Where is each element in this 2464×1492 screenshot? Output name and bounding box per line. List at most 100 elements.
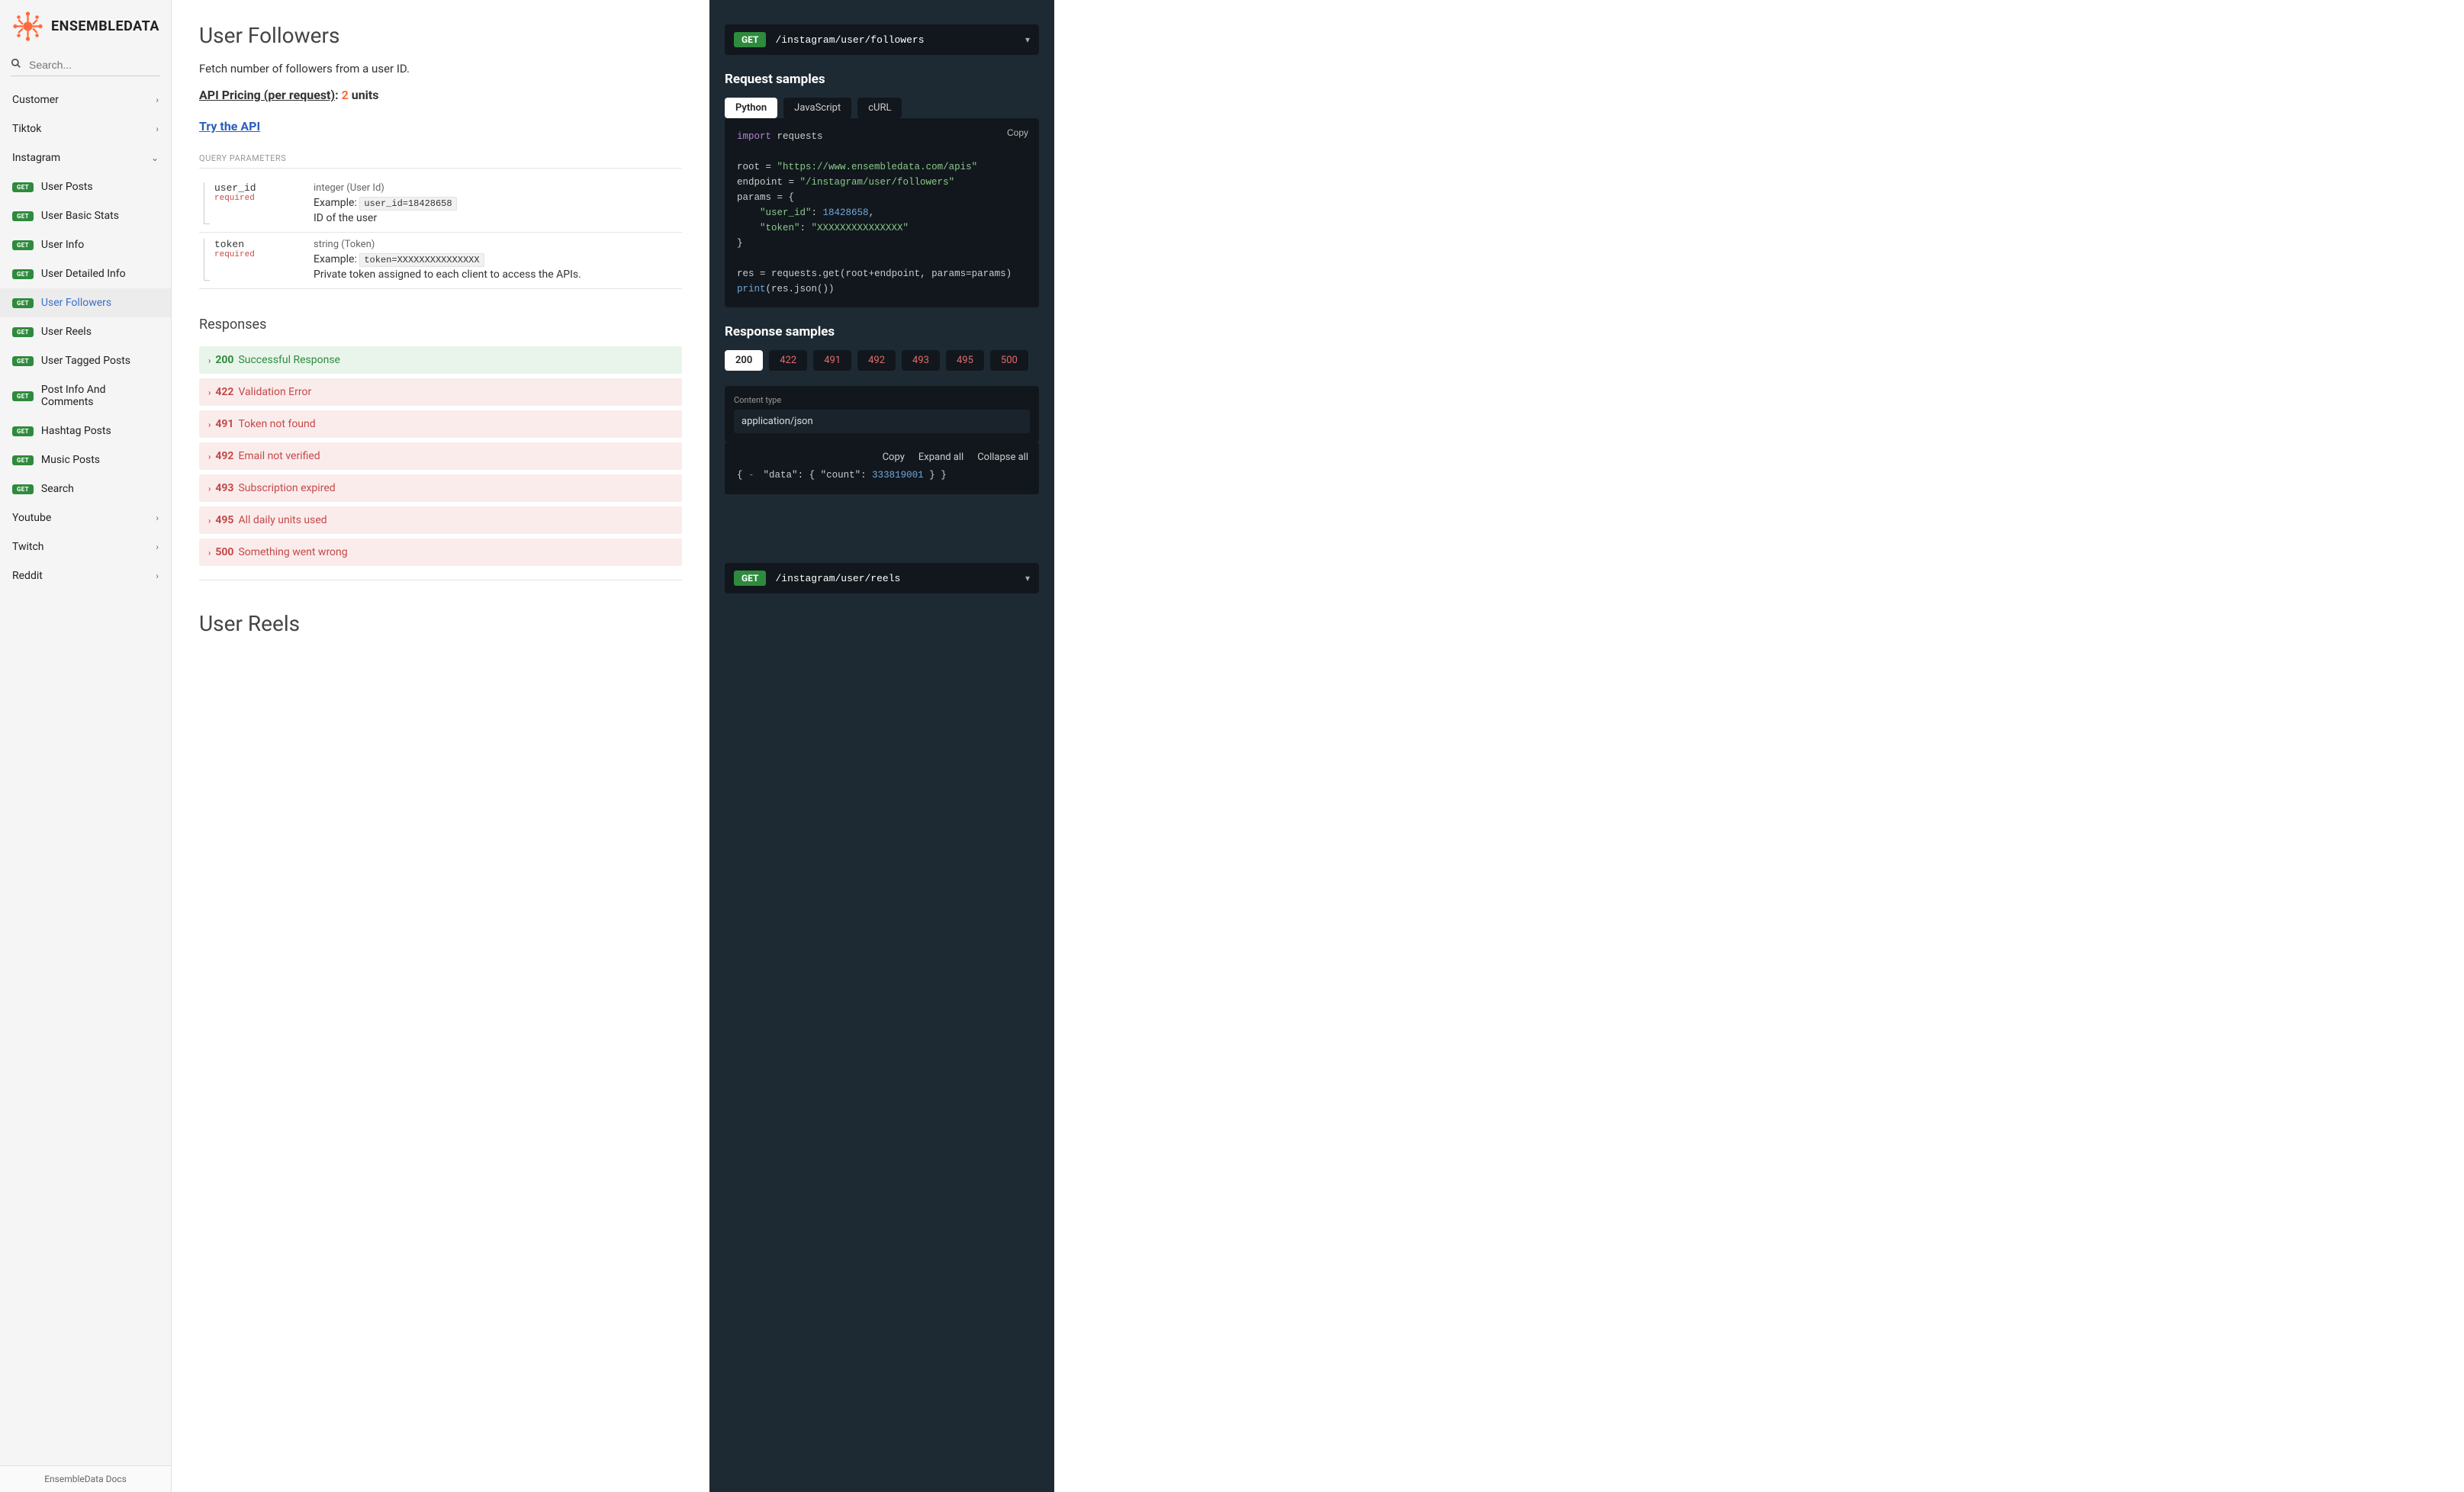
- chevron-right-icon: ›: [156, 124, 159, 134]
- nav-item[interactable]: GETUser Detailed Info: [0, 259, 171, 288]
- param-required: required: [214, 194, 314, 203]
- nav: Customer›Tiktok›Instagram⌄GETUser PostsG…: [0, 81, 171, 1465]
- response-tab-491[interactable]: 491: [813, 350, 851, 371]
- param-name: user_id: [214, 182, 314, 194]
- chevron-right-icon: ›: [208, 516, 211, 526]
- response-row-422[interactable]: ›422 Validation Error: [199, 378, 682, 406]
- nav-item[interactable]: GETPost Info And Comments: [0, 375, 171, 416]
- nav-group-instagram[interactable]: Instagram ⌄: [0, 143, 171, 172]
- json-copy-button[interactable]: Copy: [883, 452, 905, 463]
- chevron-down-icon: ▾: [1025, 573, 1030, 584]
- chevron-down-icon: ⌄: [151, 153, 159, 163]
- response-row-500[interactable]: ›500 Something went wrong: [199, 539, 682, 566]
- pricing-unit: units: [349, 88, 379, 102]
- response-msg: Successful Response: [238, 354, 340, 366]
- response-tab-500[interactable]: 500: [990, 350, 1028, 371]
- method-pill: GET: [12, 455, 34, 465]
- response-tab-422[interactable]: 422: [769, 350, 807, 371]
- nav-item[interactable]: GETUser Posts: [0, 172, 171, 201]
- nav-group-youtube[interactable]: Youtube ›: [0, 503, 171, 532]
- nav-item[interactable]: GETMusic Posts: [0, 445, 171, 474]
- search-icon: [11, 58, 21, 72]
- param-name: token: [214, 239, 314, 250]
- next-section-title: User Reels: [199, 611, 682, 636]
- content-type-value: application/json: [734, 410, 1030, 433]
- response-row-492[interactable]: ›492 Email not verified: [199, 442, 682, 470]
- param-row: user_idrequiredinteger (User Id)Example:…: [199, 176, 682, 233]
- nav-group-twitch[interactable]: Twitch›: [0, 532, 171, 561]
- next-endpoint-bar[interactable]: GET /instagram/user/reels ▾: [725, 563, 1039, 593]
- nav-group-label: Youtube: [12, 512, 51, 524]
- chevron-right-icon: ›: [208, 548, 211, 558]
- method-pill: GET: [12, 182, 34, 192]
- page-title: User Followers: [199, 23, 682, 48]
- response-row-493[interactable]: ›493 Subscription expired: [199, 474, 682, 502]
- collapse-toggle-icon[interactable]: -: [748, 468, 758, 484]
- response-tab-495[interactable]: 495: [946, 350, 984, 371]
- response-row-495[interactable]: ›495 All daily units used: [199, 506, 682, 534]
- response-tab-493[interactable]: 493: [902, 350, 940, 371]
- nav-item-label: User Followers: [41, 297, 111, 309]
- footer-link[interactable]: EnsembleData Docs: [0, 1465, 171, 1492]
- response-code: 491: [215, 418, 233, 430]
- nav-item-label: User Tagged Posts: [41, 355, 130, 367]
- json-collapse-button[interactable]: Collapse all: [977, 452, 1028, 463]
- logo-icon: [11, 9, 45, 43]
- copy-button[interactable]: Copy: [1007, 126, 1028, 140]
- response-code: 492: [215, 450, 233, 462]
- response-msg: Validation Error: [238, 386, 311, 398]
- content: User Followers Fetch number of followers…: [172, 0, 709, 1492]
- param-type: integer (User Id): [314, 182, 682, 194]
- method-pill: GET: [12, 327, 34, 337]
- response-row-200[interactable]: ›200 Successful Response: [199, 346, 682, 374]
- endpoint-description: Fetch number of followers from a user ID…: [199, 62, 682, 76]
- nav-item[interactable]: GET User Tagged Posts: [0, 346, 171, 375]
- json-expand-button[interactable]: Expand all: [918, 452, 963, 463]
- tab-python[interactable]: Python: [725, 98, 777, 118]
- nav-item-label: Search: [41, 483, 74, 495]
- content-type-box: Content type application/json: [725, 386, 1039, 442]
- nav-group-reddit[interactable]: Reddit›: [0, 561, 171, 590]
- chevron-right-icon: ›: [156, 542, 159, 552]
- chevron-right-icon: ›: [208, 484, 211, 494]
- nav-group-label: Tiktok: [12, 123, 41, 135]
- nav-group-label: Instagram: [12, 152, 60, 164]
- pricing-value: 2: [342, 88, 349, 102]
- nav-group-tiktok[interactable]: Tiktok ›: [0, 114, 171, 143]
- response-tab-200[interactable]: 200: [725, 350, 763, 371]
- tab-javascript[interactable]: JavaScript: [783, 98, 851, 118]
- nav-item-label: User Info: [41, 239, 84, 251]
- pricing-label: API Pricing (per request): [199, 88, 335, 102]
- endpoint-path: /instagram/user/reels: [775, 573, 1015, 584]
- request-samples-header: Request samples: [725, 72, 1039, 87]
- method-pill: GET: [12, 484, 34, 494]
- nav-item-label: Hashtag Posts: [41, 425, 111, 437]
- nav-item[interactable]: GETUser Followers: [0, 288, 171, 317]
- nav-item[interactable]: GET Search: [0, 474, 171, 503]
- response-row-491[interactable]: ›491 Token not found: [199, 410, 682, 438]
- param-example: Example: token=XXXXXXXXXXXXXXX: [314, 253, 682, 265]
- logo[interactable]: ENSEMBLEDATA: [0, 0, 171, 54]
- nav-item-label: User Reels: [41, 326, 92, 338]
- response-tabs: 200 422 491 492 493 495 500: [725, 350, 1039, 377]
- response-code: 500: [215, 546, 233, 558]
- nav-item[interactable]: GET User Reels: [0, 317, 171, 346]
- response-tab-492[interactable]: 492: [857, 350, 896, 371]
- nav-item[interactable]: GET Hashtag Posts: [0, 416, 171, 445]
- chevron-right-icon: ›: [208, 387, 211, 397]
- param-desc: ID of the user: [314, 212, 682, 224]
- search-input[interactable]: [11, 54, 160, 76]
- tab-curl[interactable]: cURL: [857, 98, 902, 118]
- response-code: 200: [215, 354, 233, 366]
- method-pill: GET: [12, 356, 34, 366]
- nav-item[interactable]: GETUser Basic Stats: [0, 201, 171, 230]
- nav-group-customer[interactable]: Customer›: [0, 85, 171, 114]
- method-pill: GET: [12, 426, 34, 436]
- chevron-right-icon: ›: [156, 513, 159, 523]
- try-api-link[interactable]: Try the API: [199, 119, 682, 133]
- nav-item[interactable]: GETUser Info: [0, 230, 171, 259]
- response-code: 493: [215, 482, 233, 494]
- endpoint-bar[interactable]: GET /instagram/user/followers ▾: [725, 24, 1039, 55]
- chevron-right-icon: ›: [156, 95, 159, 105]
- nav-group-label: Reddit: [12, 570, 43, 582]
